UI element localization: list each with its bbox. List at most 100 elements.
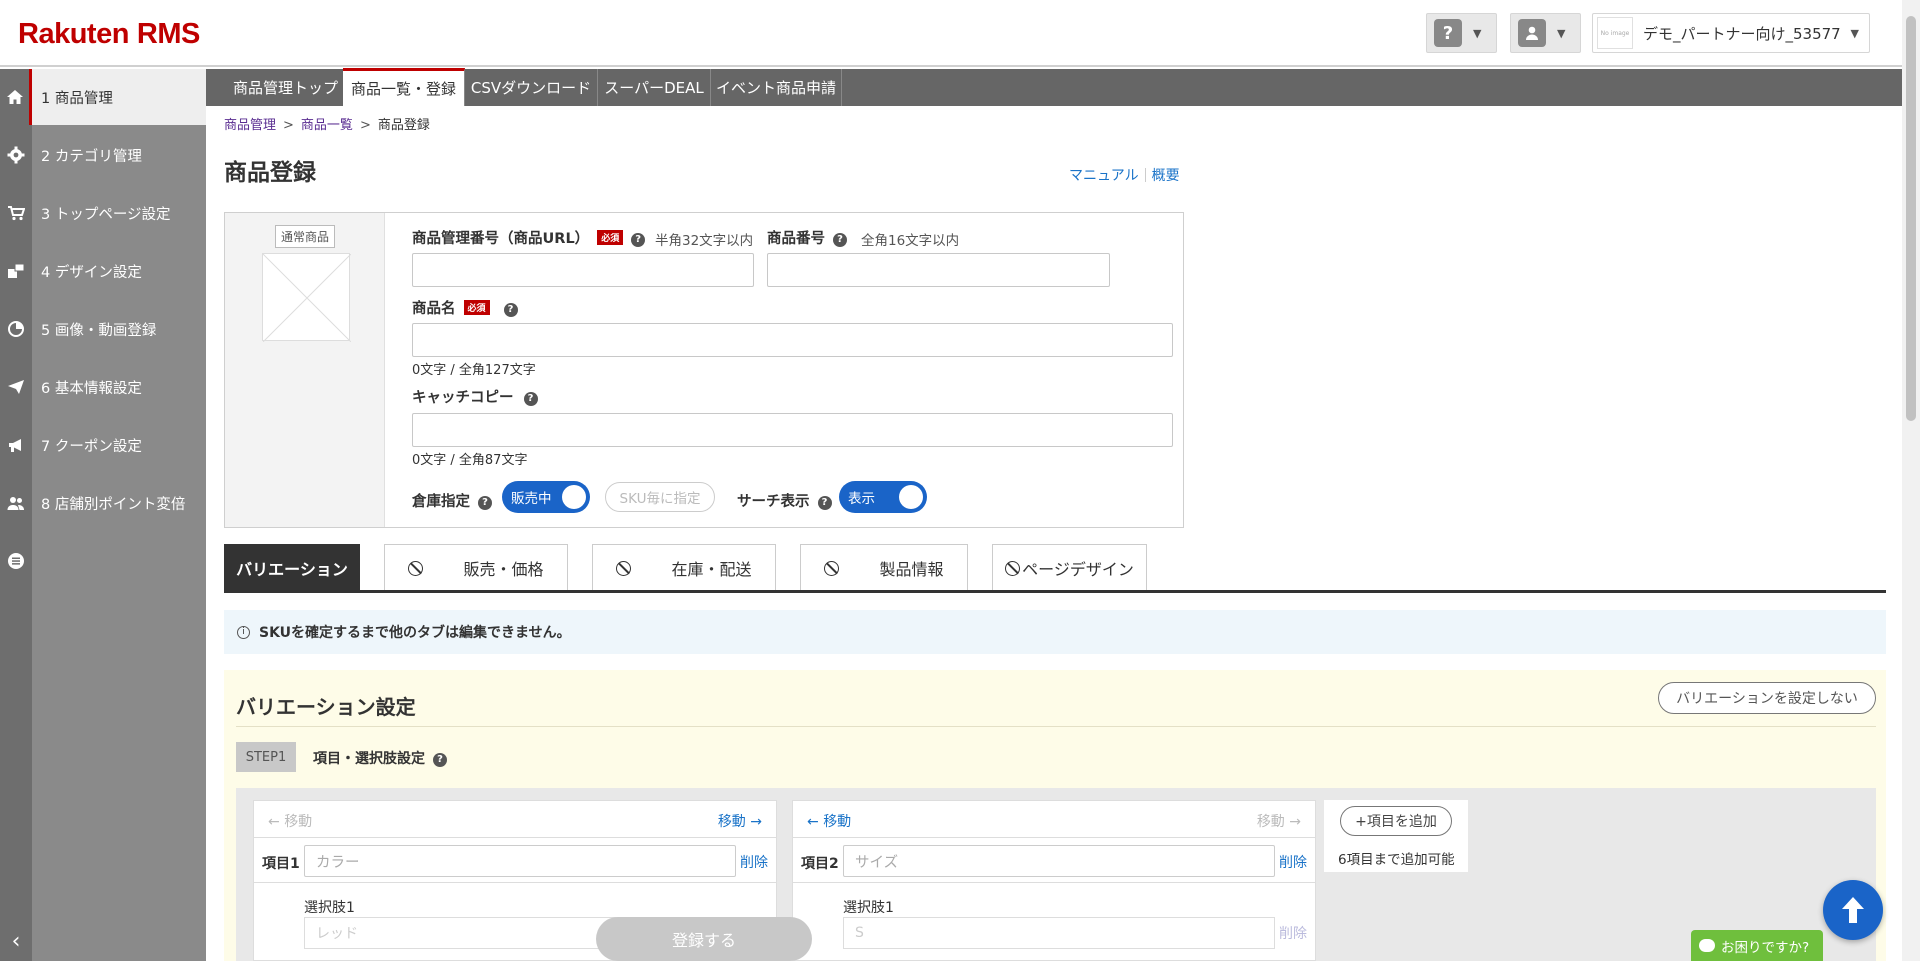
move-label: 移動 bbox=[284, 814, 313, 830]
tab-variation[interactable]: バリエーション bbox=[224, 544, 360, 591]
scroll-to-top-button[interactable] bbox=[1823, 880, 1883, 940]
catch-copy-input[interactable] bbox=[412, 413, 1173, 447]
variation-items-area: ← 移動 移動 → 項目1 カラー 削除 選択肢1 レッド ← 移動 移動 → … bbox=[236, 788, 1876, 961]
image-placeholder[interactable] bbox=[262, 253, 352, 343]
breadcrumb-product-list[interactable]: 商品一覧 bbox=[301, 118, 353, 133]
logo-main: Rakuten bbox=[18, 18, 129, 50]
sidebar-item-design[interactable]: 4 デザイン設定 bbox=[0, 243, 206, 299]
register-button[interactable]: 登録する bbox=[596, 917, 812, 961]
help-question-icon[interactable]: ? bbox=[523, 392, 538, 406]
delete-item-link[interactable]: 削除 bbox=[740, 852, 768, 872]
sidebar-item-basic-info[interactable]: 6 基本情報設定 bbox=[0, 359, 206, 415]
required-badge: 必須 bbox=[463, 300, 490, 315]
navtab-csv-download[interactable]: CSVダウンロード bbox=[465, 69, 598, 106]
help-question-icon[interactable]: ? bbox=[433, 753, 447, 767]
shop-selector[interactable]: No image デモ_パートナー向け_53577 ▼ bbox=[1592, 13, 1870, 53]
product-nav-bar: 商品管理トップ 商品一覧・登録 CSVダウンロード スーパーDEAL イベント商… bbox=[206, 68, 1902, 106]
item-name-input[interactable]: サイズ bbox=[843, 845, 1275, 877]
item-label: 項目2 bbox=[801, 856, 839, 872]
help-question-icon[interactable]: ? bbox=[503, 303, 518, 317]
tab-page-design[interactable]: ページデザイン bbox=[992, 544, 1147, 591]
product-image-column: 通常商品 bbox=[225, 213, 385, 527]
sidebar-item-label: 7 クーポン設定 bbox=[41, 438, 142, 455]
sidebar-item-media[interactable]: 5 画像・動画登録 bbox=[0, 301, 206, 357]
sidebar-item-label: 6 基本情報設定 bbox=[41, 380, 142, 397]
item-move-bar: ← 移動 移動 → bbox=[254, 801, 776, 838]
item-move-bar: ← 移動 移動 → bbox=[793, 801, 1315, 838]
sku-specify-button[interactable]: SKU毎に指定 bbox=[605, 482, 715, 512]
breadcrumb-separator: > bbox=[359, 118, 371, 133]
tab-product-info[interactable]: 製品情報 bbox=[800, 544, 968, 591]
tab-stock-shipping[interactable]: 在庫・配送 bbox=[592, 544, 776, 591]
sidebar-item-more[interactable] bbox=[0, 533, 32, 589]
megaphone-icon bbox=[0, 417, 32, 473]
navtab-product-list[interactable]: 商品一覧・登録 bbox=[343, 68, 465, 106]
tab-sales-price[interactable]: 販売・価格 bbox=[384, 544, 568, 591]
summary-link[interactable]: 概要 bbox=[1152, 168, 1180, 184]
scrollbar-thumb[interactable] bbox=[1906, 16, 1916, 421]
navtab-super-deal[interactable]: スーパーDEAL bbox=[598, 69, 711, 106]
navtab-product-top[interactable]: 商品管理トップ bbox=[224, 69, 348, 106]
help-question-icon[interactable]: ? bbox=[817, 496, 832, 510]
sidebar-collapse-button[interactable]: ‹ bbox=[0, 921, 32, 961]
user-icon bbox=[1518, 19, 1546, 47]
list-icon bbox=[0, 533, 32, 589]
move-right-button: 移動 → bbox=[1257, 811, 1301, 831]
chevron-down-icon: ▼ bbox=[1473, 26, 1482, 40]
sidebar-item-label: 8 店舗別ポイント変倍 bbox=[41, 496, 186, 513]
image-placeholder-icon bbox=[262, 253, 352, 343]
rakuten-rms-logo[interactable]: Rakuten RMS bbox=[18, 18, 200, 51]
sidebar-item-product[interactable]: 1 商品管理 bbox=[0, 69, 206, 125]
user-menu-button[interactable]: ▼ bbox=[1510, 13, 1581, 53]
navtab-event-apply[interactable]: イベント商品申請 bbox=[711, 69, 842, 106]
sidebar-item-points[interactable]: 8 店舗別ポイント変倍 bbox=[0, 475, 206, 531]
warehouse-toggle[interactable]: 販売中 bbox=[502, 481, 590, 513]
help-icon: ? bbox=[1434, 19, 1462, 47]
help-question-icon[interactable]: ? bbox=[478, 496, 492, 510]
help-links: マニュアル 概要 bbox=[1069, 165, 1180, 185]
help-menu-button[interactable]: ? ▼ bbox=[1426, 13, 1497, 53]
catch-copy-count: 0文字 / 全角87文字 bbox=[412, 453, 528, 468]
help-chat-button[interactable]: お困りですか? bbox=[1691, 930, 1823, 961]
add-item-button[interactable]: +項目を追加 bbox=[1340, 806, 1452, 836]
chevron-down-icon: ▼ bbox=[1850, 26, 1859, 40]
search-display-toggle[interactable]: 表示 bbox=[839, 481, 927, 513]
move-left-button[interactable]: ← 移動 bbox=[807, 811, 851, 831]
move-label: 移動 bbox=[717, 814, 746, 830]
disabled-icon bbox=[616, 560, 632, 576]
choice-label: 選択肢1 bbox=[304, 900, 355, 916]
cart-icon bbox=[0, 185, 32, 241]
sidebar-item-label: 4 デザイン設定 bbox=[41, 264, 142, 281]
sku-info-notice: i SKUを確定するまで他のタブは編集できません。 bbox=[224, 610, 1886, 654]
disabled-icon bbox=[1005, 560, 1021, 576]
breadcrumb-product-mgmt[interactable]: 商品管理 bbox=[224, 118, 276, 133]
move-right-button[interactable]: 移動 → bbox=[718, 811, 762, 831]
item-name-input[interactable]: カラー bbox=[304, 845, 736, 877]
delete-item-link[interactable]: 削除 bbox=[1279, 852, 1307, 872]
variation-item-card-2: ← 移動 移動 → 項目2 サイズ 削除 選択肢1 S 削除 bbox=[792, 800, 1316, 961]
item-number-input[interactable] bbox=[767, 253, 1110, 287]
mgmt-number-input[interactable] bbox=[412, 253, 754, 287]
users-icon bbox=[0, 475, 32, 531]
add-item-note: 6項目まで追加可能 bbox=[1338, 852, 1455, 868]
disabled-icon bbox=[824, 560, 840, 576]
help-question-icon[interactable]: ? bbox=[631, 233, 646, 247]
divider bbox=[236, 726, 1876, 727]
delete-choice-link[interactable]: 削除 bbox=[1279, 923, 1307, 943]
sidebar: 1 商品管理 2 カテゴリ管理 3 トップページ設定 4 デザイン設定 5 画像… bbox=[0, 69, 206, 961]
no-variation-button[interactable]: バリエーションを設定しない bbox=[1658, 682, 1876, 714]
mgmt-number-hint: 半角32文字以内 bbox=[655, 233, 754, 249]
sidebar-item-top-page[interactable]: 3 トップページ設定 bbox=[0, 185, 206, 241]
vertical-scrollbar[interactable] bbox=[1902, 0, 1920, 961]
step-badge: STEP1 bbox=[236, 742, 296, 772]
sidebar-item-coupon[interactable]: 7 クーポン設定 bbox=[0, 417, 206, 473]
manual-link[interactable]: マニュアル bbox=[1069, 168, 1139, 184]
step-label: 項目・選択肢設定? bbox=[313, 748, 447, 768]
help-question-icon[interactable]: ? bbox=[833, 233, 847, 247]
product-basic-form: 通常商品 商品管理番号（商品URL） 必須? 半角32文字以内 商品番号? 全角1… bbox=[224, 212, 1184, 528]
tab-label: 販売・価格 bbox=[463, 560, 544, 579]
choice-input[interactable]: S bbox=[843, 917, 1275, 949]
sidebar-item-category[interactable]: 2 カテゴリ管理 bbox=[0, 127, 206, 183]
product-name-input[interactable] bbox=[412, 323, 1173, 357]
shop-name: デモ_パートナー向け_53577 bbox=[1643, 24, 1841, 43]
